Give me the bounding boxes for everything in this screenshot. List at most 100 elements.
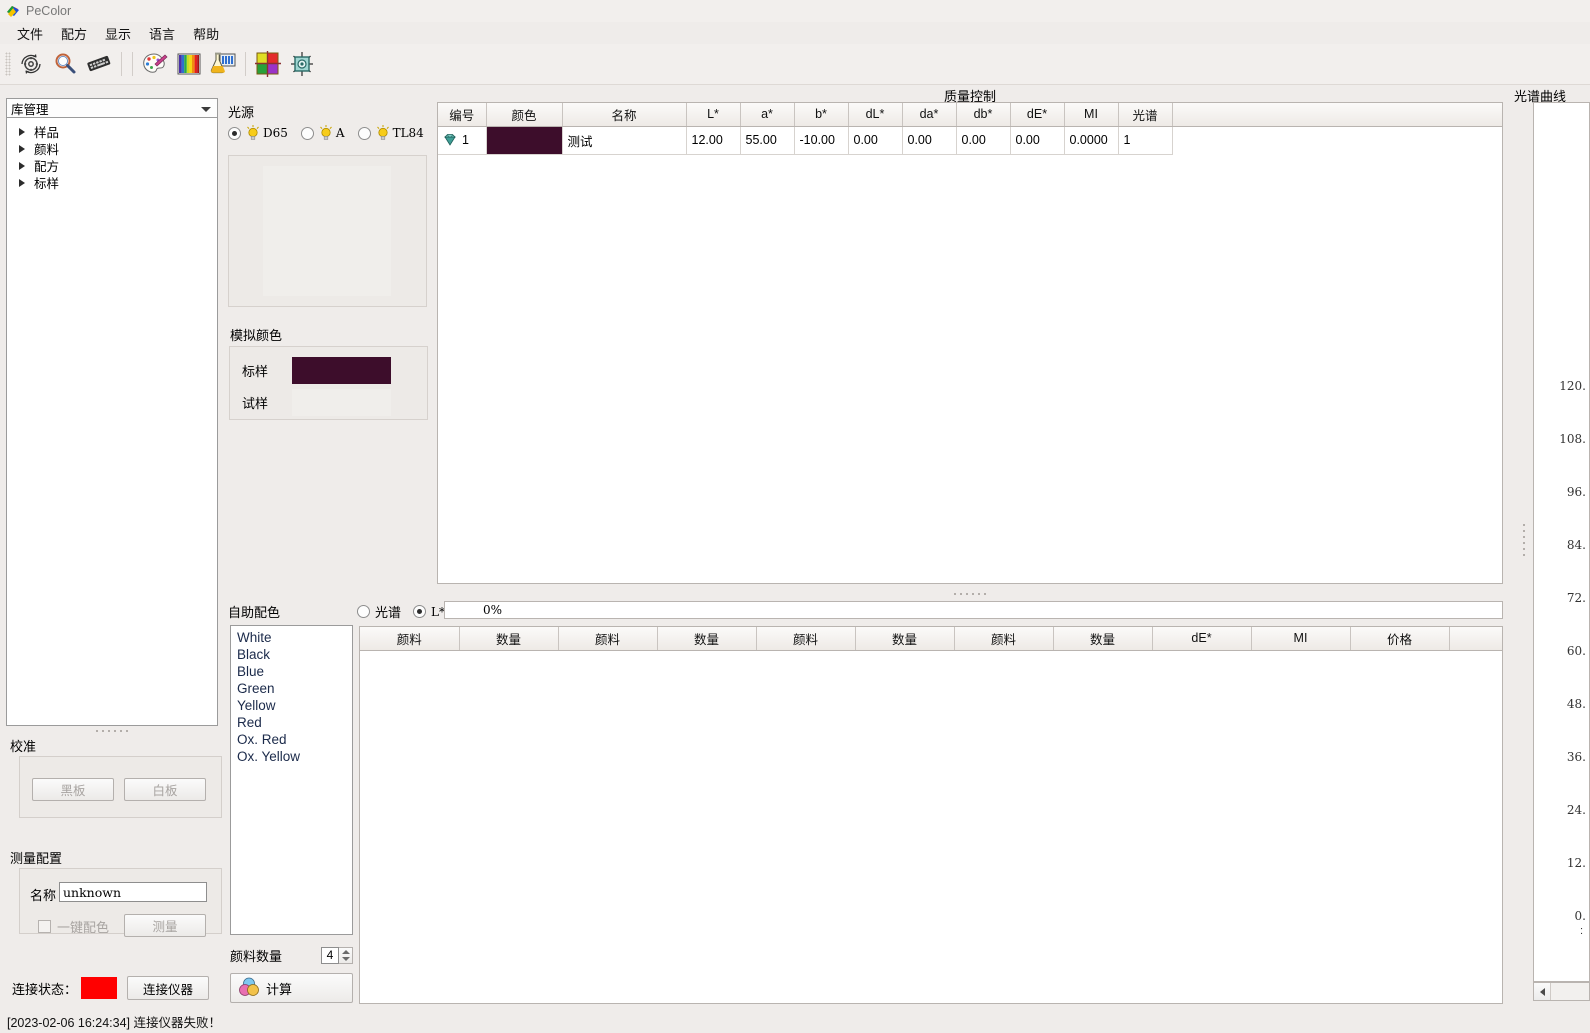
col-header-L[interactable]: L* — [686, 103, 741, 127]
tree-node-recipes[interactable]: 配方 — [7, 157, 217, 174]
scroll-left-arrow-icon[interactable] — [1534, 983, 1551, 1000]
col-header-price[interactable]: 价格 — [1350, 627, 1450, 651]
menu-recipe[interactable]: 配方 — [52, 22, 96, 45]
list-item[interactable]: Ox. Yellow — [237, 748, 352, 765]
tree-node-standards[interactable]: 标样 — [7, 174, 217, 191]
col-header-amount-2[interactable]: 数量 — [657, 627, 757, 651]
vertical-splitter[interactable] — [1521, 520, 1527, 560]
calibration-title: 校准 — [10, 739, 37, 754]
onekey-match-label: 一键配色 — [57, 920, 110, 935]
white-plate-button[interactable]: 白板 — [124, 778, 206, 801]
menu-bar: 文件 配方 显示 语言 帮助 — [0, 22, 1590, 44]
palette-icon[interactable] — [138, 47, 172, 81]
pigment-list[interactable]: White Black Blue Green Yellow Red Ox. Re… — [230, 625, 353, 935]
horizontal-splitter[interactable] — [437, 589, 1503, 598]
col-header-pigment-2[interactable]: 颜料 — [558, 627, 658, 651]
title-bar: PeColor — [0, 0, 1590, 22]
col-header-db[interactable]: db* — [956, 103, 1011, 127]
quality-control-table: 编号 颜色 名称 L* a* b* dL* da* db* dE* MI 光谱 — [438, 103, 1502, 155]
progress-bar-label: 0% — [483, 603, 503, 617]
col-header-id[interactable]: 编号 — [438, 103, 487, 127]
spectral-curve-chart[interactable]: 120. 108. 96. 84. 72. 60. 48. 36. 24. 12… — [1533, 102, 1590, 982]
chevron-right-icon[interactable] — [19, 144, 25, 153]
chart-ytick: 48. — [1566, 697, 1586, 711]
black-plate-button[interactable]: 黑板 — [32, 778, 114, 801]
measure-button[interactable]: 测量 — [124, 914, 206, 937]
list-item[interactable]: Yellow — [237, 697, 352, 714]
menu-display[interactable]: 显示 — [96, 22, 140, 45]
list-item[interactable]: Blue — [237, 663, 352, 680]
col-header-pigment-4[interactable]: 颜料 — [954, 627, 1054, 651]
radio-illuminant-tl84[interactable] — [357, 126, 371, 140]
col-header-name[interactable]: 名称 — [562, 103, 687, 127]
list-item[interactable]: Black — [237, 646, 352, 663]
col-header-amount-3[interactable]: 数量 — [855, 627, 955, 651]
lab-flask-icon[interactable] — [206, 47, 240, 81]
keyboard-icon[interactable] — [82, 47, 116, 81]
col-header-dE[interactable]: dE* — [1010, 103, 1065, 127]
col-header-amount-1[interactable]: 数量 — [459, 627, 559, 651]
chart-ytick: 60. — [1566, 644, 1586, 658]
list-item[interactable]: Green — [237, 680, 352, 697]
list-item[interactable]: Red — [237, 714, 352, 731]
col-header-a[interactable]: a* — [740, 103, 795, 127]
chart-ytick: 0. — [1574, 909, 1586, 923]
radio-illuminant-d65[interactable] — [228, 126, 241, 140]
col-header-dE[interactable]: dE* — [1152, 627, 1252, 651]
chart-ytick: 96. — [1566, 485, 1586, 499]
measure-name-input[interactable] — [59, 882, 207, 902]
recipe-results-panel[interactable]: 颜料 数量 颜料 数量 颜料 数量 颜料 数量 dE* MI 价格 — [359, 626, 1503, 1004]
calculate-button[interactable]: 计算 — [230, 973, 353, 1003]
table-row[interactable]: 1 测试 12.00 55.00 -10.00 0.00 0.00 0.00 0… — [438, 126, 1502, 155]
col-header-b[interactable]: b* — [794, 103, 849, 127]
cell-name: 测试 — [562, 126, 687, 155]
menu-help[interactable]: 帮助 — [184, 22, 228, 45]
magnifier-search-icon[interactable] — [48, 47, 82, 81]
color-wheel-grid-icon[interactable] — [251, 47, 285, 81]
col-header-dL[interactable]: dL* — [848, 103, 903, 127]
col-header-spectrum[interactable]: 光谱 — [1118, 103, 1173, 127]
chevron-down-icon[interactable] — [341, 957, 350, 962]
chevron-up-icon[interactable] — [341, 949, 350, 954]
quality-control-panel[interactable]: 编号 颜色 名称 L* a* b* dL* da* db* dE* MI 光谱 — [437, 102, 1503, 584]
toolbar-grip[interactable] — [5, 52, 11, 76]
library-combo[interactable]: 库管理 — [6, 98, 218, 118]
onekey-match-checkbox-row[interactable]: 一键配色 — [38, 917, 109, 936]
radio-mode-lab[interactable] — [413, 605, 427, 618]
checkbox-icon[interactable] — [38, 920, 51, 933]
sensor-chip-icon[interactable] — [285, 47, 319, 81]
list-item[interactable]: White — [237, 629, 352, 646]
light-bulb-icon — [319, 125, 333, 141]
tree-node-samples[interactable]: 样品 — [7, 123, 217, 140]
col-header-filler — [1172, 103, 1502, 127]
menu-file[interactable]: 文件 — [8, 22, 52, 45]
chevron-right-icon[interactable] — [19, 161, 25, 170]
spectral-chart-hscrollbar[interactable] — [1533, 982, 1590, 1001]
col-header-amount-4[interactable]: 数量 — [1053, 627, 1153, 651]
tree-node-pigments[interactable]: 颜料 — [7, 140, 217, 157]
left-panel-splitter[interactable] — [6, 726, 218, 735]
pigment-count-stepper[interactable] — [339, 947, 353, 964]
col-header-pigment-1[interactable]: 颜料 — [360, 627, 460, 651]
chevron-right-icon[interactable] — [19, 127, 25, 136]
menu-language[interactable]: 语言 — [140, 22, 184, 45]
col-header-mi[interactable]: MI — [1251, 627, 1351, 651]
cell-id: 1 — [438, 126, 487, 155]
table-header-row: 颜料 数量 颜料 数量 颜料 数量 颜料 数量 dE* MI 价格 — [360, 627, 1502, 651]
connect-device-button[interactable]: 连接仪器 — [127, 976, 210, 1000]
col-header-mi[interactable]: MI — [1064, 103, 1119, 127]
list-item[interactable]: Ox. Red — [237, 731, 352, 748]
pigment-count-input[interactable]: 4 — [321, 947, 339, 964]
rainbow-spectrum-icon[interactable] — [172, 47, 206, 81]
library-tree[interactable]: 样品 颜料 配方 标样 — [6, 118, 218, 726]
col-header-da[interactable]: da* — [902, 103, 957, 127]
toolbar-separator — [245, 52, 246, 76]
light-source-title: 光源 — [228, 105, 255, 120]
color-mix-icon — [238, 976, 260, 1001]
radio-illuminant-a[interactable] — [300, 126, 314, 140]
radio-mode-spectrum[interactable] — [357, 605, 371, 618]
gear-refresh-icon[interactable] — [14, 47, 48, 81]
col-header-pigment-3[interactable]: 颜料 — [756, 627, 856, 651]
col-header-color[interactable]: 颜色 — [486, 103, 563, 127]
chevron-right-icon[interactable] — [19, 178, 25, 187]
